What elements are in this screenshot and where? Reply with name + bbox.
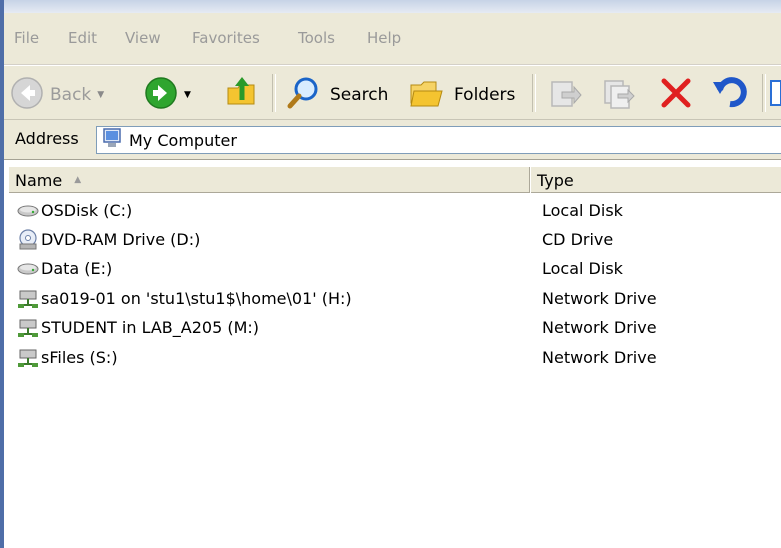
toolbar-separator (532, 74, 536, 112)
search-icon (286, 75, 322, 115)
toolbar-separator (762, 74, 766, 112)
back-label: Back (50, 85, 92, 105)
back-dropdown-icon[interactable]: ▼ (97, 90, 104, 100)
drive-name: DVD-RAM Drive (D:) (41, 230, 201, 249)
copy-to-icon (602, 76, 636, 114)
menu-favorites[interactable]: Favorites (192, 29, 260, 47)
search-label: Search (330, 85, 389, 105)
undo-icon (712, 76, 748, 114)
menu-tools[interactable]: Tools (298, 29, 335, 47)
delete-x-icon (659, 76, 693, 114)
cd-drive-icon (17, 228, 39, 251)
list-item[interactable]: sa019-01 on 'stu1\stu1$\home\01' (H:) Ne… (4, 284, 781, 313)
menu-view[interactable]: View (125, 29, 161, 47)
move-to-icon (548, 76, 582, 114)
drive-type: Local Disk (542, 201, 623, 220)
drive-type: Network Drive (542, 318, 657, 337)
menu-help[interactable]: Help (367, 29, 401, 47)
views-button[interactable] (770, 80, 781, 110)
address-label: Address (15, 129, 79, 148)
column-name-label: Name (15, 170, 63, 190)
undo-button[interactable] (712, 76, 748, 114)
list-header: Name ▲ Type (9, 167, 781, 193)
address-value: My Computer (129, 130, 237, 150)
menu-bar: File Edit View Favorites Tools Help (4, 13, 781, 65)
sort-ascending-icon: ▲ (74, 175, 82, 185)
back-arrow-icon (10, 76, 44, 114)
forward-arrow-icon (144, 76, 178, 114)
up-folder-icon (224, 74, 260, 114)
list-item[interactable]: OSDisk (C:) Local Disk (4, 196, 781, 225)
folders-button[interactable]: Folders (408, 75, 515, 115)
address-field[interactable]: My Computer (96, 126, 781, 154)
column-divider[interactable] (529, 167, 531, 193)
menu-edit[interactable]: Edit (68, 29, 97, 47)
list-item[interactable]: Data (E:) Local Disk (4, 254, 781, 283)
delete-button[interactable] (659, 76, 693, 114)
title-bar (4, 0, 781, 13)
folders-label: Folders (454, 85, 516, 105)
views-icon (770, 80, 781, 110)
toolbar-separator (272, 74, 276, 112)
column-header-type[interactable]: Type (537, 167, 574, 193)
explorer-window: File Edit View Favorites Tools Help Back… (0, 0, 781, 548)
copy-to-button[interactable] (602, 76, 636, 114)
list-item[interactable]: sFiles (S:) Network Drive (4, 343, 781, 372)
file-list: Name ▲ Type OSDisk (C:) Local Disk DVD-R… (4, 160, 781, 548)
network-drive-icon (17, 288, 39, 310)
move-to-button[interactable] (548, 76, 582, 114)
menu-file[interactable]: File (14, 29, 39, 47)
network-drive-icon (17, 347, 39, 369)
drive-type: CD Drive (542, 230, 614, 249)
hard-disk-icon (17, 258, 39, 280)
forward-button[interactable]: ▼ (144, 76, 191, 114)
my-computer-icon (101, 127, 123, 153)
drive-name: Data (E:) (41, 259, 113, 278)
up-folder-button[interactable] (224, 74, 260, 114)
folders-icon (408, 75, 446, 115)
network-drive-icon (17, 317, 39, 339)
drive-name: sa019-01 on 'stu1\stu1$\home\01' (H:) (41, 289, 352, 308)
drive-type: Network Drive (542, 348, 657, 367)
list-item[interactable]: DVD-RAM Drive (D:) CD Drive (4, 225, 781, 254)
drive-type: Local Disk (542, 259, 623, 278)
drive-name: STUDENT in LAB_A205 (M:) (41, 318, 260, 337)
drive-name: sFiles (S:) (41, 348, 118, 367)
search-button[interactable]: Search (286, 75, 388, 115)
hard-disk-icon (17, 200, 39, 222)
back-button[interactable]: Back ▼ (10, 76, 104, 114)
drive-name: OSDisk (C:) (41, 201, 133, 220)
drive-type: Network Drive (542, 289, 657, 308)
forward-dropdown-icon[interactable]: ▼ (184, 90, 191, 100)
column-type-label: Type (537, 170, 574, 190)
list-item[interactable]: STUDENT in LAB_A205 (M:) Network Drive (4, 313, 781, 342)
address-bar: Address My Computer (4, 120, 781, 160)
column-header-name[interactable]: Name ▲ (15, 167, 527, 193)
standard-toolbar: Back ▼ ▼ Search Folders (4, 65, 781, 120)
